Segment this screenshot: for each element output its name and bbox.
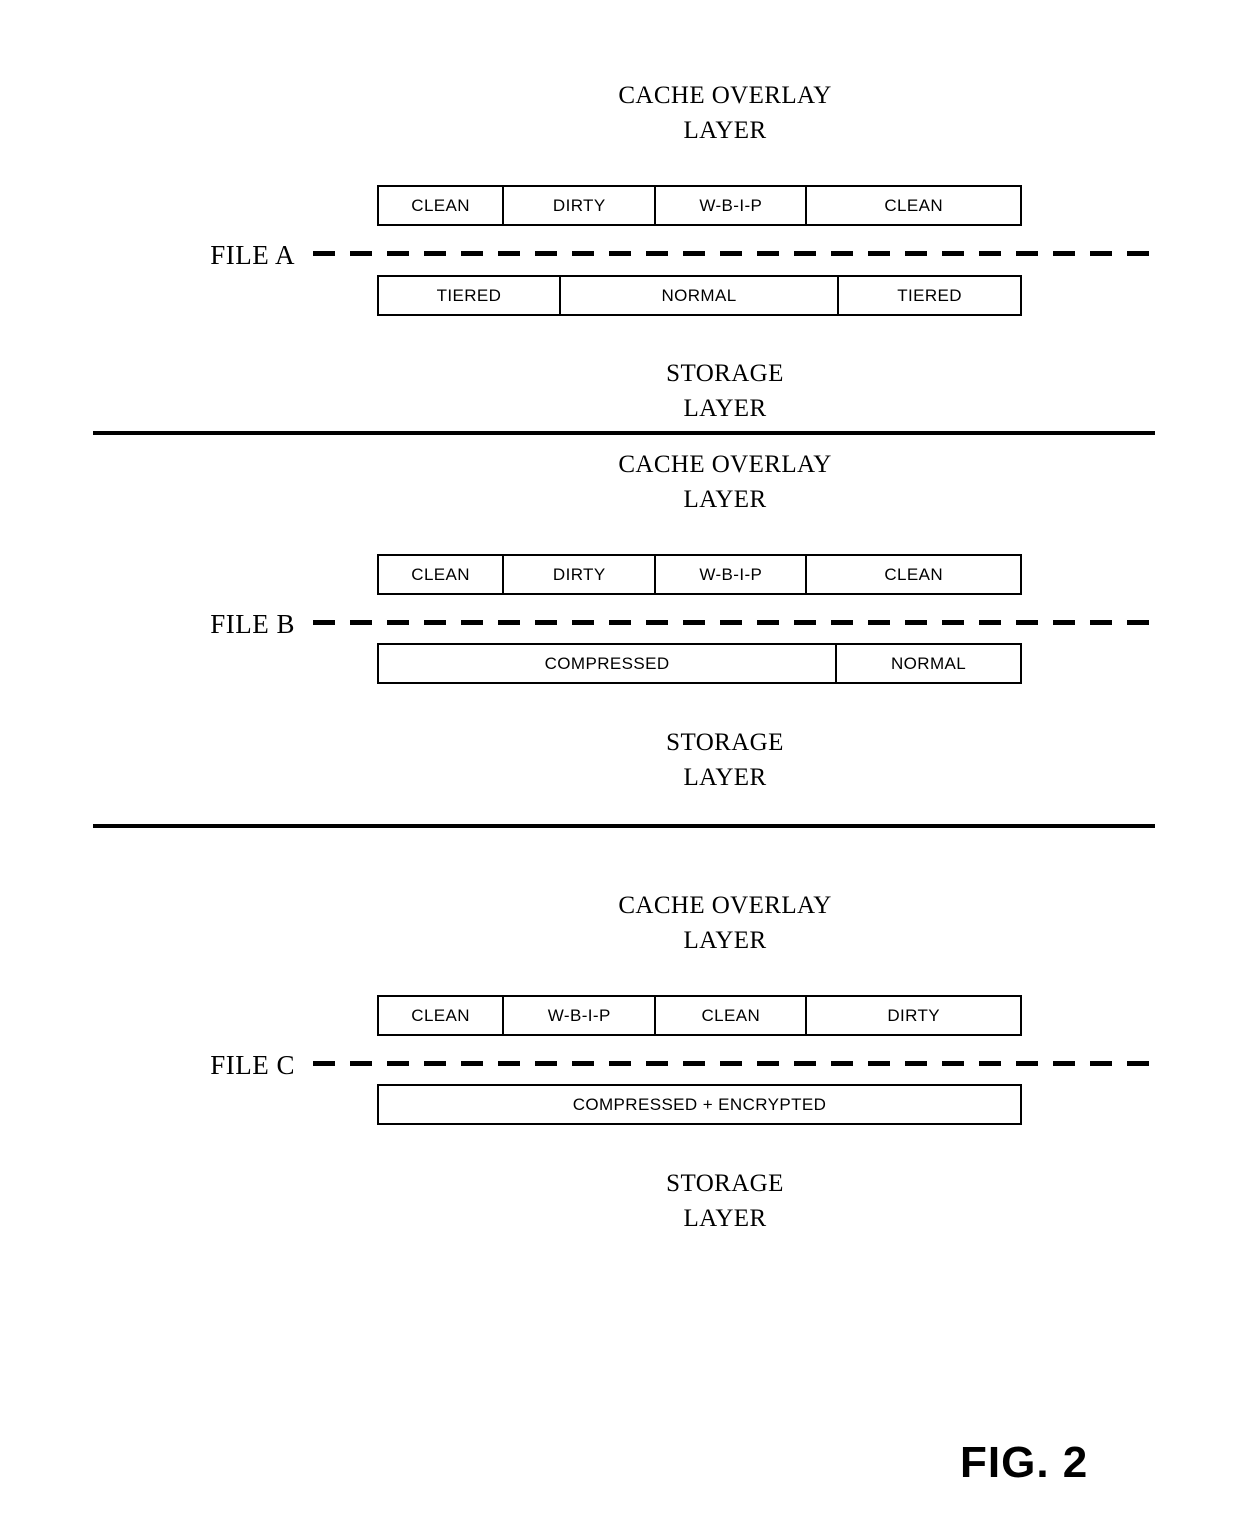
file-divider-line-c — [313, 1061, 1151, 1066]
storage-layer-caption-c: STORAGE LAYER — [666, 1170, 784, 1232]
cache-bar-a: CLEAN DIRTY W-B-I-P CLEAN — [377, 185, 1022, 226]
storage-cell: TIERED — [379, 277, 561, 314]
cache-bar-b: CLEAN DIRTY W-B-I-P CLEAN — [377, 554, 1022, 595]
section-separator-1 — [93, 431, 1155, 435]
file-divider-line-a — [313, 251, 1151, 256]
cache-cell: CLEAN — [379, 187, 505, 224]
cache-cell: CLEAN — [379, 997, 505, 1034]
cache-overlay-layer-caption-b: CACHE OVERLAY LAYER — [618, 451, 832, 513]
cache-cell: DIRTY — [504, 187, 657, 224]
file-label-c: FILE C — [210, 1050, 295, 1080]
storage-cell: COMPRESSED + ENCRYPTED — [572, 1094, 827, 1114]
storage-bar-b: COMPRESSED NORMAL — [377, 643, 1022, 684]
cache-cell: DIRTY — [504, 556, 657, 593]
storage-bar-c: COMPRESSED + ENCRYPTED — [377, 1084, 1022, 1125]
storage-cell: COMPRESSED — [379, 645, 838, 682]
cache-cell: DIRTY — [887, 1005, 941, 1025]
file-label-b: FILE B — [210, 609, 295, 639]
cache-bar-c: CLEAN W-B-I-P CLEAN DIRTY — [377, 995, 1022, 1036]
storage-cell: TIERED — [897, 285, 962, 305]
file-label-a: FILE A — [210, 240, 295, 270]
figure-label: FIG. 2 — [960, 1438, 1089, 1487]
storage-layer-caption-b: STORAGE LAYER — [666, 729, 784, 791]
storage-cell: NORMAL — [891, 653, 967, 673]
cache-cell: CLEAN — [884, 195, 944, 215]
storage-cell: NORMAL — [561, 277, 840, 314]
cache-cell: CLEAN — [379, 556, 505, 593]
cache-overlay-layer-caption-c: CACHE OVERLAY LAYER — [618, 892, 832, 954]
cache-cell: W-B-I-P — [656, 556, 808, 593]
section-separator-2 — [93, 824, 1155, 828]
cache-overlay-layer-caption-a: CACHE OVERLAY LAYER — [618, 82, 832, 144]
cache-cell: CLEAN — [656, 997, 808, 1034]
cache-cell: CLEAN — [884, 564, 944, 584]
cache-cell: W-B-I-P — [504, 997, 657, 1034]
storage-layer-caption-a: STORAGE LAYER — [666, 360, 784, 422]
file-divider-line-b — [313, 620, 1151, 625]
cache-cell: W-B-I-P — [656, 187, 808, 224]
storage-bar-a: TIERED NORMAL TIERED — [377, 275, 1022, 316]
